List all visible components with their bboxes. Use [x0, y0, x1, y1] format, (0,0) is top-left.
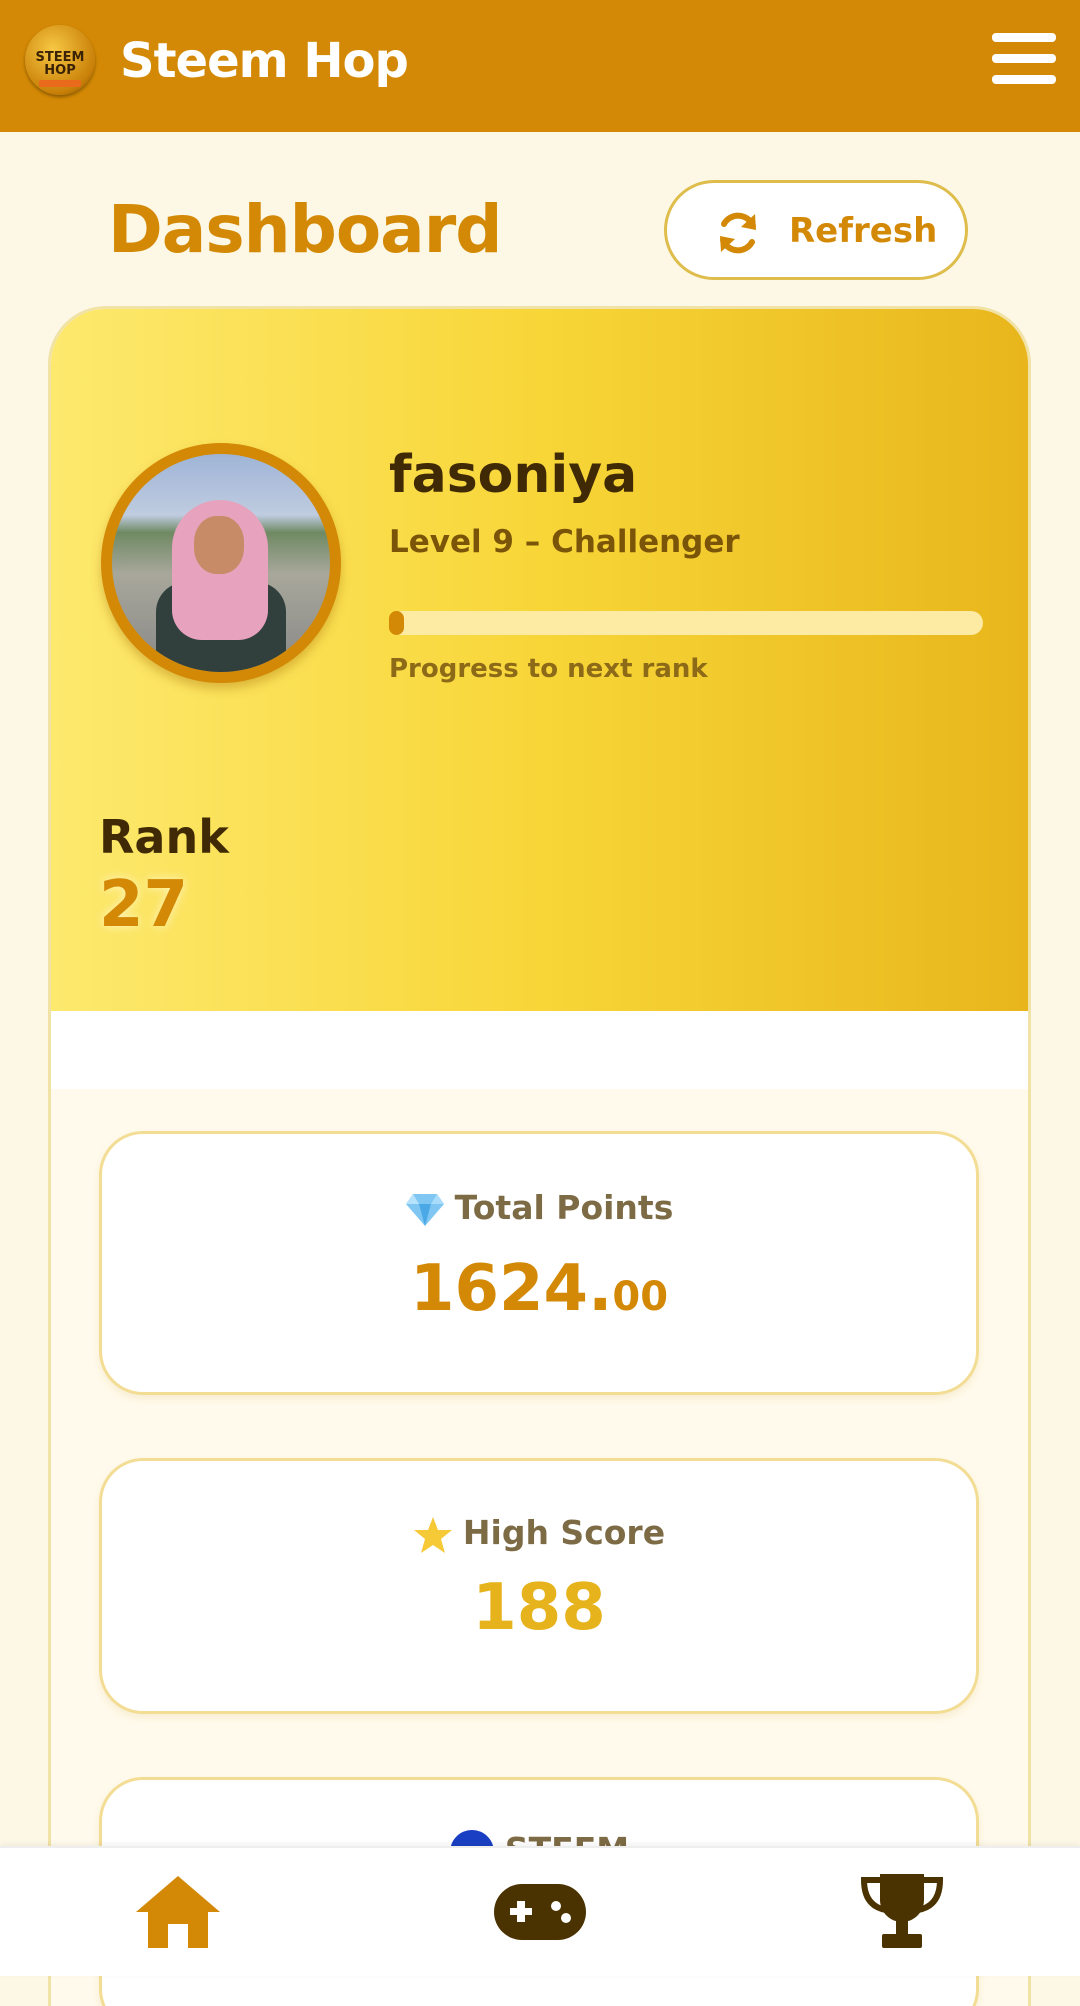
total-points-card: Total Points 1624.00 — [99, 1131, 979, 1395]
app-header: STEEM HOP Steem Hop — [0, 0, 1080, 132]
nav-home[interactable] — [128, 1872, 228, 1952]
refresh-label: Refresh — [789, 211, 938, 251]
rank-label: Rank — [99, 810, 229, 864]
bottom-nav — [0, 1846, 1080, 1976]
profile-hero: fasoniya Level 9 – Challenger Progress t… — [51, 309, 1028, 1011]
profile-card: fasoniya Level 9 – Challenger Progress t… — [48, 306, 1031, 2006]
gem-icon — [405, 1193, 444, 1226]
hamburger-menu-icon[interactable] — [992, 30, 1056, 86]
username: fasoniya — [389, 445, 638, 505]
rank-progress-bar — [389, 611, 983, 635]
nav-games[interactable] — [490, 1872, 590, 1952]
high-score-label: High Score — [102, 1511, 976, 1555]
page-title: Dashboard — [108, 191, 503, 268]
rank-progress-fill — [389, 611, 404, 635]
level-label: Level 9 – Challenger — [389, 524, 740, 560]
rank-value: 27 — [99, 868, 189, 942]
high-score-card: High Score 188 — [99, 1458, 979, 1714]
avatar[interactable] — [101, 443, 341, 683]
logo-text-bottom: HOP — [44, 63, 76, 78]
home-icon — [136, 1876, 220, 1948]
high-score-value: 188 — [472, 1571, 606, 1645]
refresh-button[interactable]: Refresh — [664, 180, 968, 280]
gamepad-icon — [494, 1884, 586, 1940]
star-icon — [413, 1516, 452, 1553]
steem-hop-logo[interactable]: STEEM HOP — [25, 25, 95, 95]
logo-brick — [39, 80, 81, 87]
app-title[interactable]: Steem Hop — [120, 28, 409, 94]
total-points-value: 1624.00 — [409, 1252, 669, 1326]
hero-bottom-strip — [51, 1011, 1028, 1089]
avatar-photo — [112, 454, 330, 672]
nav-leaderboard[interactable] — [852, 1872, 952, 1952]
total-points-label: Total Points — [102, 1186, 976, 1230]
trophy-icon — [860, 1874, 944, 1948]
refresh-icon — [720, 212, 756, 254]
progress-label: Progress to next rank — [389, 654, 708, 684]
